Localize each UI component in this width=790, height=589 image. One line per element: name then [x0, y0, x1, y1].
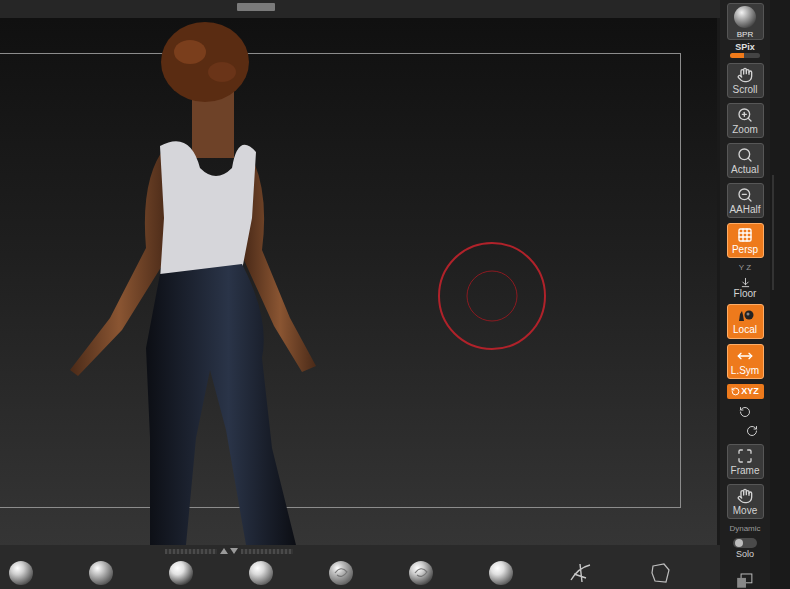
axis-toggle-label: XYZ [741, 386, 759, 397]
axis-rotate-icon [731, 387, 740, 396]
toolbar-button-label: Frame [731, 465, 760, 476]
toolbar-button-label: Persp [732, 244, 758, 255]
toolbar-button-label: AAHalf [729, 204, 760, 215]
solo-switch: Solo [733, 538, 757, 559]
brush-stroke-icon[interactable] [568, 560, 594, 586]
document-viewport[interactable] [0, 18, 717, 545]
toolbar-button[interactable]: Actual [727, 143, 764, 178]
material-sphere-icon[interactable] [488, 560, 514, 586]
toolbar-items: Scroll Zoom Actual AAHalf Persp Y Z Floor Local… [727, 63, 764, 559]
symmetry-icon [737, 348, 753, 364]
material-row [0, 557, 720, 589]
transp-icon[interactable] [736, 573, 754, 589]
sculpt-model[interactable] [0, 18, 717, 545]
toolbar-button-label: Zoom [732, 124, 758, 135]
brush-cursor [437, 241, 547, 351]
main-area [0, 0, 720, 589]
material-sphere-icon[interactable] [248, 560, 274, 586]
toolbar-button[interactable]: Scroll [727, 63, 764, 98]
toolbar-button-label: Scroll [732, 84, 757, 95]
toolbar-button[interactable]: AAHalf [727, 183, 764, 218]
shelf-handle[interactable] [0, 545, 720, 557]
perspective-grid-icon [737, 227, 753, 243]
top-scrollbar [0, 0, 720, 18]
zbrush-window: BPR SPix Scroll Zoom Actual AAHalf Persp Y Z Flo… [0, 0, 790, 589]
toolbar-button-label: Move [733, 505, 757, 516]
right-toolbar: BPR SPix Scroll Zoom Actual AAHalf Persp Y Z Flo… [720, 0, 770, 589]
toolbar-button[interactable]: Persp [727, 223, 764, 258]
spix-label: SPix [735, 42, 755, 53]
material-sphere-icon[interactable] [408, 560, 434, 586]
material-sphere-icon[interactable] [8, 560, 34, 586]
toolbar-caption: Y Z [739, 263, 751, 272]
toolbar-button[interactable]: L.Sym [727, 344, 764, 379]
local-icon [736, 309, 754, 323]
expand-arrows-icon[interactable] [219, 547, 239, 555]
material-sphere-icon[interactable] [168, 560, 194, 586]
material-shelf [0, 545, 720, 589]
render-sphere-icon [733, 5, 757, 29]
toolbar-button[interactable]: Floor [727, 277, 764, 299]
rotate-right-icon[interactable] [746, 425, 758, 437]
hand-icon [737, 67, 753, 83]
alpha-shape-icon[interactable] [648, 560, 674, 586]
bpr-label: BPR [737, 30, 753, 39]
switch-knob [735, 539, 743, 547]
rotate-left-icon[interactable] [739, 406, 751, 418]
toolbar-button-label: Local [733, 324, 757, 335]
rotate-second [739, 425, 764, 437]
spix-control: SPix [730, 42, 760, 58]
frame-icon [737, 448, 753, 464]
toolbar-caption: Dynamic [729, 524, 760, 533]
toolbar-button-label: Floor [734, 288, 757, 299]
toolbar-button-label: Actual [731, 164, 759, 175]
zoom-in-icon [737, 107, 753, 123]
spix-slider[interactable] [730, 53, 760, 58]
switch-label: Solo [736, 549, 754, 559]
viewport-row [0, 18, 720, 545]
material-sphere-icon[interactable] [88, 560, 114, 586]
rotate-controls [727, 404, 764, 439]
toolbar-button[interactable]: Frame [727, 444, 764, 479]
toolbar-button[interactable]: Local [727, 304, 764, 339]
toolbar-button-label: L.Sym [731, 365, 759, 376]
handle-grip [241, 549, 293, 554]
tray-divider [772, 175, 774, 290]
material-sphere-icon[interactable] [328, 560, 354, 586]
axis-toggle[interactable]: XYZ [727, 384, 764, 399]
toolbar-button[interactable]: Zoom [727, 103, 764, 138]
canvas-frame [0, 53, 681, 508]
toolbar-button[interactable]: Move [727, 484, 764, 519]
tray-edge [770, 0, 790, 589]
zoom-out-icon [737, 187, 753, 203]
handle-grip [165, 549, 217, 554]
scroll-thumb[interactable] [237, 3, 275, 11]
magnifier-icon [737, 147, 753, 163]
floor-icon [740, 277, 751, 288]
bpr-button[interactable]: BPR [727, 3, 764, 40]
spix-fill [730, 53, 744, 58]
switch-track[interactable] [733, 538, 757, 548]
move-hand-icon [737, 488, 753, 504]
